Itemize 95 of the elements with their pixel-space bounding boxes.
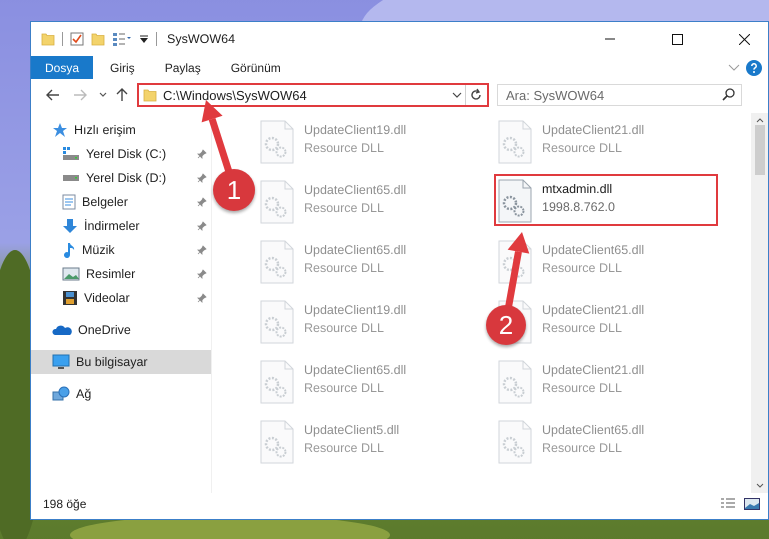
file-gear-icon: [498, 360, 532, 404]
sidebar-item[interactable]: Yerel Disk (C:): [31, 142, 211, 166]
ribbon-tab[interactable]: Dosya: [31, 56, 94, 79]
file-detail: Resource DLL: [304, 261, 385, 275]
address-bar[interactable]: C:\Windows\SysWOW64: [137, 83, 489, 107]
details-view-icon[interactable]: [720, 498, 736, 510]
file-detail: Resource DLL: [542, 141, 623, 155]
drive-icon: [62, 173, 80, 183]
file-name: UpdateClient5.dll: [304, 423, 400, 437]
file-detail: Resource DLL: [542, 381, 623, 395]
scroll-up-icon[interactable]: [756, 117, 764, 123]
refresh-icon[interactable]: [469, 88, 483, 102]
file-name: mtxadmin.dll: [542, 182, 614, 196]
pin-icon: [197, 269, 207, 279]
file-gear-icon: [260, 420, 294, 464]
file-name: UpdateClient65.dll: [304, 183, 406, 197]
folder-icon: [41, 32, 55, 46]
file-gear-icon: [260, 300, 294, 344]
sidebar-item[interactable]: Videolar: [31, 286, 211, 310]
caret-icon: [99, 92, 107, 98]
file-name: UpdateClient21.dll: [542, 303, 644, 317]
file-detail: Resource DLL: [304, 141, 385, 155]
properties-icon[interactable]: [70, 32, 84, 46]
highlighted-file-tile[interactable]: mtxadmin.dll 1998.8.762.0: [494, 174, 718, 226]
file-name: UpdateClient65.dll: [304, 243, 406, 257]
window-title: SysWOW64: [167, 32, 236, 46]
file-detail: Resource DLL: [542, 261, 623, 275]
folder-icon: [143, 88, 157, 102]
document-icon: [62, 194, 76, 210]
file-name: UpdateClient65.dll: [542, 423, 644, 437]
customize-caret-icon[interactable]: [139, 34, 149, 44]
up-arrow-icon: [116, 88, 128, 102]
large-icons-view-icon[interactable]: [744, 498, 760, 510]
file-gear-icon: [260, 120, 294, 164]
monitor-icon: [52, 354, 70, 370]
scroll-down-icon[interactable]: [756, 483, 764, 489]
sidebar-item[interactable]: Resimler: [31, 262, 211, 286]
picture-icon: [62, 267, 80, 281]
search-field[interactable]: Ara: SysWOW64: [497, 84, 742, 106]
file-detail: 1998.8.762.0: [542, 200, 615, 214]
close-icon: [738, 34, 750, 44]
file-detail: Resource DLL: [304, 441, 385, 455]
sidebar-item[interactable]: Hızlı erişim: [31, 118, 211, 142]
help-icon[interactable]: [746, 60, 762, 76]
dropdown-caret-icon[interactable]: [452, 92, 462, 98]
sidebar-item[interactable]: İndirmeler: [31, 214, 211, 238]
file-name: UpdateClient65.dll: [304, 363, 406, 377]
back-arrow-icon: [46, 89, 60, 101]
pin-icon: [197, 149, 207, 159]
pin-icon: [197, 293, 207, 303]
file-name: UpdateClient65.dll: [542, 243, 644, 257]
ribbon-tab[interactable]: Paylaş: [150, 56, 216, 79]
file-gear-icon: [260, 240, 294, 284]
view-list-icon[interactable]: [112, 32, 132, 46]
file-gear-icon: [260, 180, 294, 224]
file-name: UpdateClient21.dll: [542, 363, 644, 377]
forward-arrow-icon: [73, 89, 87, 101]
pin-icon: [197, 221, 207, 231]
expand-ribbon-icon[interactable]: [728, 64, 740, 72]
file-detail: Resource DLL: [304, 381, 385, 395]
scroll-thumb[interactable]: [754, 125, 764, 175]
file-name: UpdateClient21.dll: [542, 123, 644, 137]
file-gear-icon: [498, 179, 532, 223]
file-name: UpdateClient19.dll: [304, 303, 406, 317]
pin-icon: [197, 245, 207, 255]
sidebar-item[interactable]: Ağ: [31, 382, 211, 406]
item-count: 198 öğe: [43, 497, 88, 511]
file-name: UpdateClient19.dll: [304, 123, 406, 137]
ribbon-tab[interactable]: Görünüm: [216, 56, 296, 79]
sidebar-item[interactable]: OneDrive: [31, 318, 211, 342]
music-icon: [62, 242, 76, 258]
cloud-icon: [52, 323, 72, 337]
pin-icon: [197, 173, 207, 183]
file-detail: Resource DLL: [304, 201, 385, 215]
new-folder-icon: [91, 32, 105, 46]
sidebar-item[interactable]: Belgeler: [31, 190, 211, 214]
file-detail: Resource DLL: [542, 441, 623, 455]
star-icon: [52, 122, 68, 138]
search-icon[interactable]: [722, 88, 735, 101]
maximize-icon: [672, 34, 682, 44]
sidebar-item[interactable]: Yerel Disk (D:): [31, 166, 211, 190]
pin-icon: [197, 197, 207, 207]
ribbon-tab[interactable]: Giriş: [95, 56, 150, 79]
sidebar-item[interactable]: Bu bilgisayar: [31, 350, 211, 374]
file-detail: Resource DLL: [304, 321, 385, 335]
file-gear-icon: [498, 420, 532, 464]
file-gear-icon: [498, 120, 532, 164]
download-icon: [62, 218, 78, 234]
network-icon: [52, 386, 70, 402]
sidebar-item[interactable]: Müzik: [31, 238, 211, 262]
scrollbar[interactable]: [751, 113, 768, 493]
file-gear-icon: [260, 360, 294, 404]
drive-icon: [62, 147, 80, 161]
film-icon: [62, 290, 78, 306]
file-detail: Resource DLL: [542, 321, 623, 335]
